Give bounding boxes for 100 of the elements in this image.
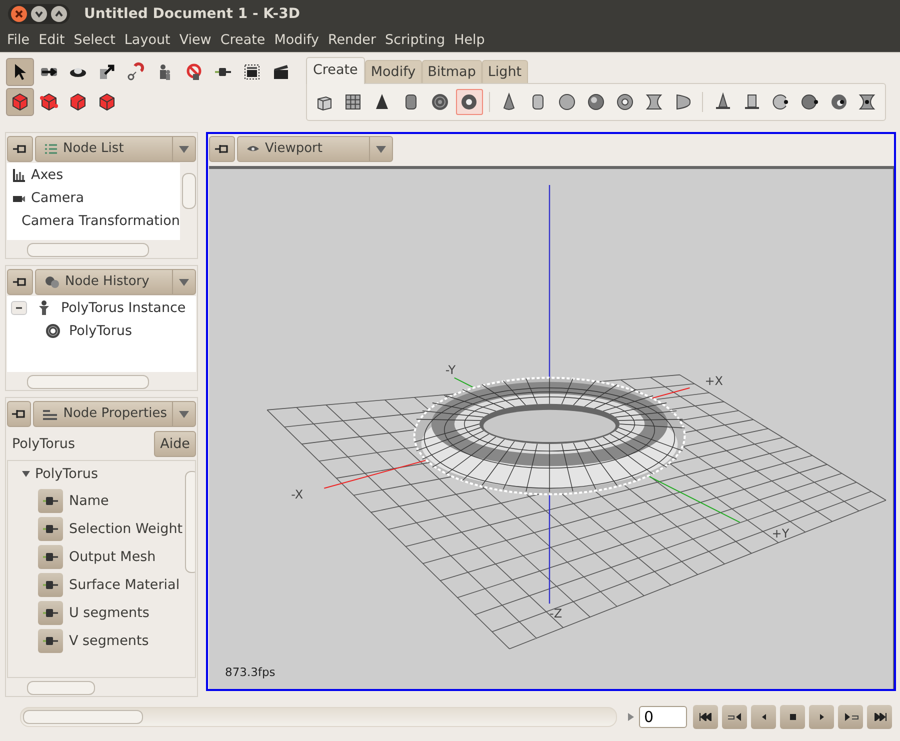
- vertical-scrollbar[interactable]: [180, 163, 196, 240]
- plug-icon: [42, 580, 58, 590]
- sphere-icon: [586, 92, 606, 112]
- play-reverse-loop-button[interactable]: [722, 705, 747, 729]
- plug-icon: [42, 524, 58, 534]
- collapse-button[interactable]: [11, 300, 27, 314]
- panel-selector[interactable]: Viewport: [237, 136, 393, 162]
- pin-icon: [214, 142, 230, 154]
- pin-button[interactable]: [7, 268, 33, 294]
- cube-icon: [68, 92, 88, 112]
- property-label: Surface Material: [69, 577, 180, 593]
- node-name: PolyTorus: [12, 436, 76, 452]
- clapperboard-icon: [242, 62, 262, 82]
- axes-icon: [12, 168, 26, 182]
- go-to-start-button[interactable]: [693, 705, 718, 729]
- panel-title: Node Properties: [63, 406, 167, 421]
- help-button[interactable]: Aide: [154, 431, 196, 457]
- chevron-down-icon: [34, 8, 44, 18]
- frame-field[interactable]: 0: [639, 706, 687, 728]
- pin-button[interactable]: [7, 400, 32, 426]
- close-button[interactable]: [11, 6, 27, 22]
- hyperboloid-icon: [857, 92, 878, 112]
- property-label: Output Mesh: [69, 549, 156, 565]
- tab[interactable]: Bitmap: [422, 60, 482, 83]
- sphere-icon: [557, 92, 578, 112]
- play-icon: [818, 713, 826, 721]
- pin-button[interactable]: [7, 136, 33, 162]
- reverse-icon: [760, 713, 768, 721]
- eye-icon: [246, 144, 260, 154]
- torus-icon: [45, 322, 61, 338]
- tool-button[interactable]: [6, 58, 34, 86]
- pin-icon: [12, 142, 28, 154]
- pin-icon: [11, 408, 28, 420]
- panel-title: Viewport: [265, 141, 324, 156]
- 3d-viewport[interactable]: +X -X +Y -Y -Z 873.3fps: [209, 166, 894, 689]
- panel-selector[interactable]: Node Properties: [33, 400, 196, 426]
- panel-selector[interactable]: Node List: [35, 136, 196, 162]
- panel-title: Node List: [63, 141, 125, 156]
- go-to-end-button[interactable]: [867, 705, 892, 729]
- grid-icon: [343, 92, 364, 112]
- menu-item[interactable]: File: [2, 32, 34, 48]
- panel-title: Node History: [65, 274, 150, 289]
- tab[interactable]: Create: [306, 57, 365, 84]
- menu-item[interactable]: Select: [68, 32, 120, 48]
- window-title: Untitled Document 1 - K-3D: [84, 6, 300, 22]
- axis-label: -Z: [550, 606, 562, 621]
- play-marker-icon: [627, 712, 635, 722]
- connect-button[interactable]: [38, 517, 63, 541]
- prohibited-icon: [184, 62, 204, 82]
- timeline-thumb[interactable]: [23, 710, 143, 724]
- property-label: Selection Weight: [69, 521, 183, 537]
- fps-counter: 873.3fps: [225, 665, 276, 679]
- axis-label: +Y: [772, 526, 790, 540]
- menu-item[interactable]: Render: [322, 32, 380, 48]
- tab[interactable]: Modify: [364, 60, 422, 83]
- menu-item[interactable]: Edit: [34, 32, 69, 48]
- menu-item[interactable]: Help: [449, 32, 489, 48]
- connect-button[interactable]: [38, 629, 63, 653]
- axis-label: -Y: [445, 362, 456, 377]
- menu-item[interactable]: View: [174, 32, 216, 48]
- connect-button[interactable]: [38, 545, 63, 569]
- maximize-button[interactable]: [51, 6, 67, 22]
- tab[interactable]: Light: [482, 60, 528, 83]
- stop-icon: [788, 713, 796, 721]
- selection-mode-button[interactable]: [6, 88, 34, 116]
- property-label: V segments: [69, 633, 149, 649]
- skip-forward-icon: [872, 713, 886, 721]
- connect-button[interactable]: [38, 573, 63, 597]
- panel-selector[interactable]: Node History: [35, 268, 196, 294]
- minimize-button[interactable]: [31, 6, 47, 22]
- skip-back-icon: [698, 713, 712, 721]
- node-list-item[interactable]: Axes: [7, 163, 180, 186]
- node-list-item[interactable]: Camera: [7, 186, 180, 209]
- loop-icon: [842, 713, 858, 721]
- menu-item[interactable]: Create: [215, 32, 270, 48]
- axis-label: -X: [291, 487, 304, 502]
- menu-item[interactable]: Scripting: [380, 32, 450, 48]
- node-list-item[interactable]: Camera Transformation: [7, 209, 180, 232]
- history-item[interactable]: PolyTorus: [7, 319, 196, 342]
- axis-label: +X: [704, 374, 724, 388]
- plug-icon: [42, 496, 58, 506]
- play-loop-button[interactable]: [838, 705, 863, 729]
- menu-item[interactable]: Modify: [269, 32, 323, 48]
- menu-item[interactable]: Layout: [119, 32, 174, 48]
- create-shape-button[interactable]: [456, 89, 483, 115]
- plug-icon: [42, 636, 58, 646]
- stop-button[interactable]: [780, 705, 805, 729]
- chevron-up-icon: [54, 8, 64, 18]
- cube-icon: [39, 92, 59, 112]
- property-group[interactable]: PolyTorus: [22, 461, 183, 487]
- timeline-slider[interactable]: [20, 707, 617, 727]
- history-item[interactable]: PolyTorus Instance: [7, 296, 196, 319]
- hyperboloid-icon: [644, 92, 664, 112]
- cube-icon: [10, 92, 30, 112]
- connect-button[interactable]: [38, 601, 63, 625]
- pin-button[interactable]: [209, 136, 235, 162]
- connect-button[interactable]: [38, 489, 63, 513]
- sphere-icon: [800, 92, 820, 112]
- properties-icon: [42, 408, 58, 420]
- property-label: Name: [69, 493, 109, 509]
